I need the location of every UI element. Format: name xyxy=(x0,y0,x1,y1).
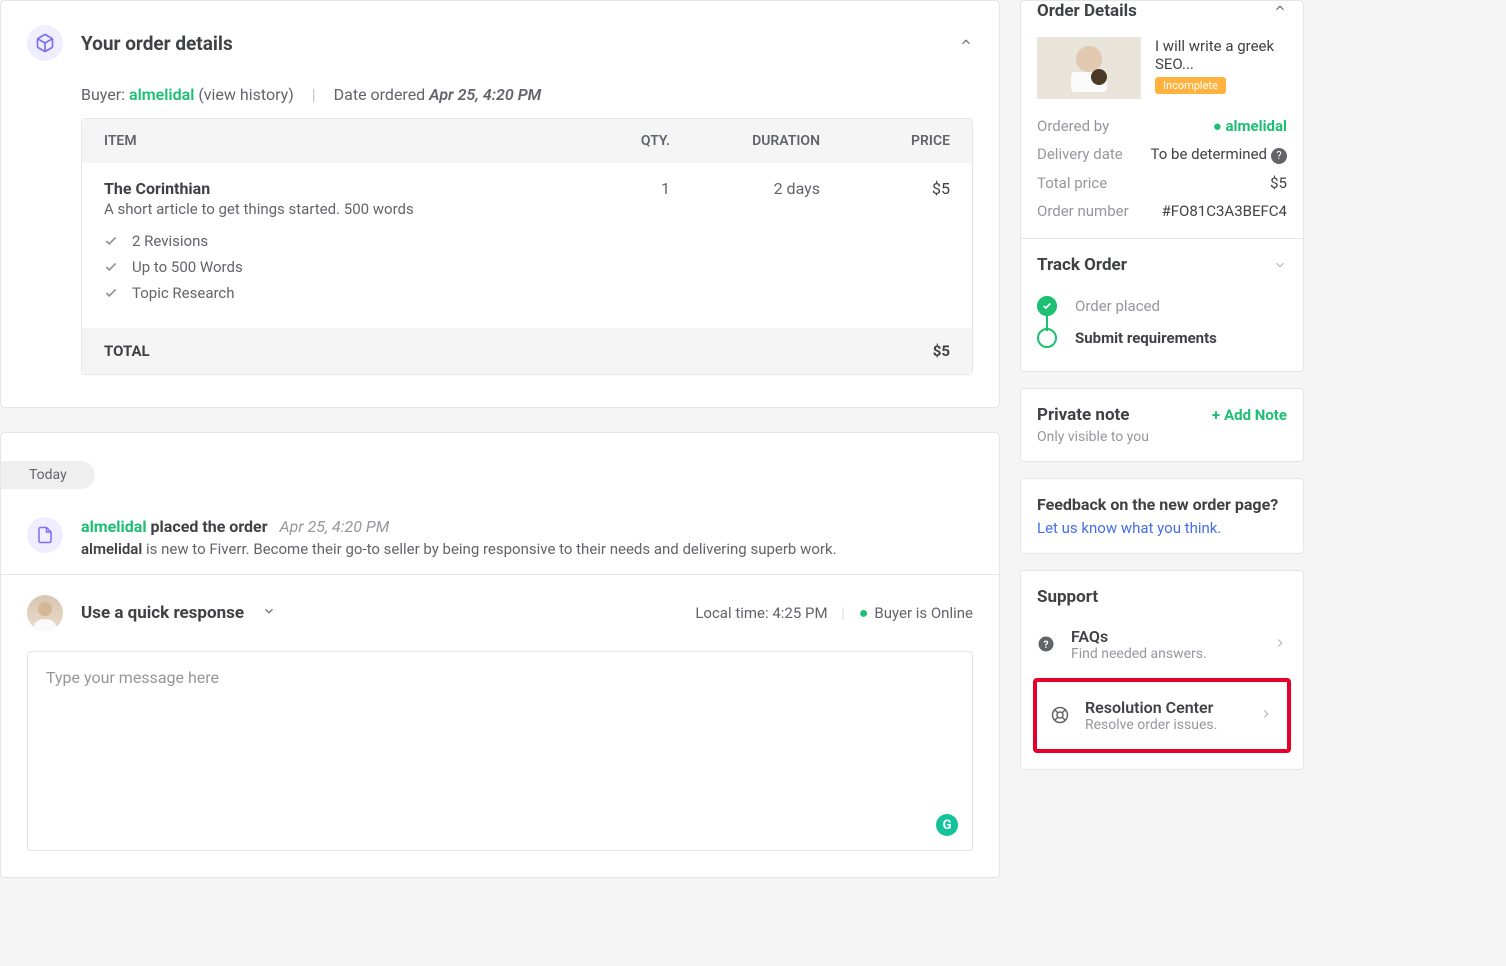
help-icon[interactable]: ? xyxy=(1271,148,1287,164)
local-time-label: Local time: xyxy=(695,604,768,622)
total-label: TOTAL xyxy=(104,342,820,360)
buyer-info-row: Buyer: almelidal (view history) | Date o… xyxy=(81,85,973,104)
faqs-link[interactable]: ? FAQs Find needed answers. xyxy=(1037,617,1287,672)
total-price-value: $5 xyxy=(1270,174,1287,192)
ordered-by-link[interactable]: almelidal xyxy=(1226,117,1287,135)
message-input[interactable] xyxy=(46,668,954,828)
add-note-button[interactable]: + Add Note xyxy=(1212,406,1287,424)
new-buyer-name: almelidal xyxy=(81,540,142,558)
col-item-header: ITEM xyxy=(104,133,580,149)
activity-entry: almelidal placed the order Apr 25, 4:20 … xyxy=(1,507,999,575)
chevron-down-icon[interactable] xyxy=(1273,258,1287,272)
quick-response-dropdown[interactable]: Use a quick response xyxy=(81,603,276,623)
svg-text:?: ? xyxy=(1043,638,1048,651)
delivery-date-label: Delivery date xyxy=(1037,145,1123,164)
private-note-subtitle: Only visible to you xyxy=(1037,429,1287,445)
online-indicator-icon: ● xyxy=(859,603,869,622)
item-feature: Up to 500 Words xyxy=(104,258,580,276)
seller-avatar xyxy=(27,595,63,631)
activity-timestamp: Apr 25, 4:20 PM xyxy=(280,517,390,536)
date-separator: Today xyxy=(1,461,95,489)
col-price-header: PRICE xyxy=(820,133,950,149)
check-icon xyxy=(104,260,118,274)
check-icon xyxy=(104,286,118,300)
delivery-date-value: To be determined xyxy=(1151,145,1267,163)
message-box: G xyxy=(27,651,973,851)
order-details-card: Your order details Buyer: almelidal (vie… xyxy=(0,0,1000,408)
activity-card: Today almelidal placed the order Apr 25,… xyxy=(0,432,1000,878)
col-duration-header: DURATION xyxy=(670,133,820,149)
lifebuoy-icon xyxy=(1051,706,1069,724)
gig-title-link[interactable]: I will write a greek SEO... xyxy=(1155,37,1287,73)
buyer-label: Buyer: xyxy=(81,85,125,104)
support-card: Support ? FAQs Find needed answers. xyxy=(1020,570,1304,770)
check-icon xyxy=(104,234,118,248)
order-details-title: Your order details xyxy=(81,32,233,55)
chevron-down-icon xyxy=(262,604,276,618)
item-name: The Corinthian xyxy=(104,179,580,198)
chevron-right-icon xyxy=(1259,706,1273,725)
date-ordered-label: Date ordered xyxy=(334,85,426,104)
track-step-submit-requirements[interactable]: Submit requirements xyxy=(1037,323,1287,353)
order-number-value: #FO81C3A3BEFC4 xyxy=(1162,202,1287,220)
private-note-title: Private note xyxy=(1037,405,1129,425)
chevron-up-icon xyxy=(959,35,973,49)
step-pending-icon xyxy=(1037,328,1057,348)
support-title: Support xyxy=(1037,587,1287,607)
total-value: $5 xyxy=(820,342,950,360)
question-circle-icon: ? xyxy=(1037,635,1055,653)
gig-thumbnail[interactable] xyxy=(1037,37,1141,99)
sidebar-order-details-title: Order Details xyxy=(1037,1,1137,21)
chevron-right-icon xyxy=(1273,635,1287,654)
chevron-up-icon[interactable] xyxy=(1273,1,1287,15)
buyer-name-link[interactable]: almelidal xyxy=(129,85,194,104)
track-order-title: Track Order xyxy=(1037,255,1127,275)
grammarly-icon[interactable]: G xyxy=(936,814,958,836)
feedback-card: Feedback on the new order page? Let us k… xyxy=(1020,478,1304,554)
item-feature: Topic Research xyxy=(104,284,580,302)
item-duration: 2 days xyxy=(670,179,820,310)
activity-action: placed the order xyxy=(147,517,268,536)
new-buyer-tip: is new to Fiverr. Become their go-to sel… xyxy=(142,540,836,558)
feedback-title: Feedback on the new order page? xyxy=(1037,495,1287,514)
item-qty: 1 xyxy=(580,179,670,310)
date-ordered-value: Apr 25, 4:20 PM xyxy=(429,85,541,104)
plus-icon: + xyxy=(1212,406,1220,424)
order-number-label: Order number xyxy=(1037,202,1129,220)
track-step-order-placed: Order placed xyxy=(1037,291,1287,321)
package-icon xyxy=(27,25,63,61)
document-icon xyxy=(27,517,63,553)
item-price: $5 xyxy=(820,179,950,310)
item-description: A short article to get things started. 5… xyxy=(104,200,580,218)
resolution-center-highlight: Resolution Center Resolve order issues. xyxy=(1033,678,1291,753)
private-note-card: Private note + Add Note Only visible to … xyxy=(1020,388,1304,462)
order-details-sidebar: Order Details I will write a greek SEO..… xyxy=(1020,0,1304,372)
step-complete-icon xyxy=(1037,296,1057,316)
order-status-badge: Incomplete xyxy=(1155,77,1226,94)
collapse-toggle[interactable] xyxy=(959,34,973,53)
item-feature: 2 Revisions xyxy=(104,232,580,250)
buyer-online-status: Buyer is Online xyxy=(874,604,973,622)
view-history-link[interactable]: (view history) xyxy=(198,85,293,104)
ordered-by-label: Ordered by xyxy=(1037,117,1109,135)
col-qty-header: QTY. xyxy=(580,133,670,149)
resolution-center-link[interactable]: Resolution Center Resolve order issues. xyxy=(1037,688,1287,743)
total-price-label: Total price xyxy=(1037,174,1107,192)
local-time-value: 4:25 PM xyxy=(772,604,827,622)
feedback-link[interactable]: Let us know what you think. xyxy=(1037,519,1221,537)
order-items-table: ITEM QTY. DURATION PRICE The Corinthian … xyxy=(81,118,973,375)
activity-buyer-link[interactable]: almelidal xyxy=(81,517,147,536)
